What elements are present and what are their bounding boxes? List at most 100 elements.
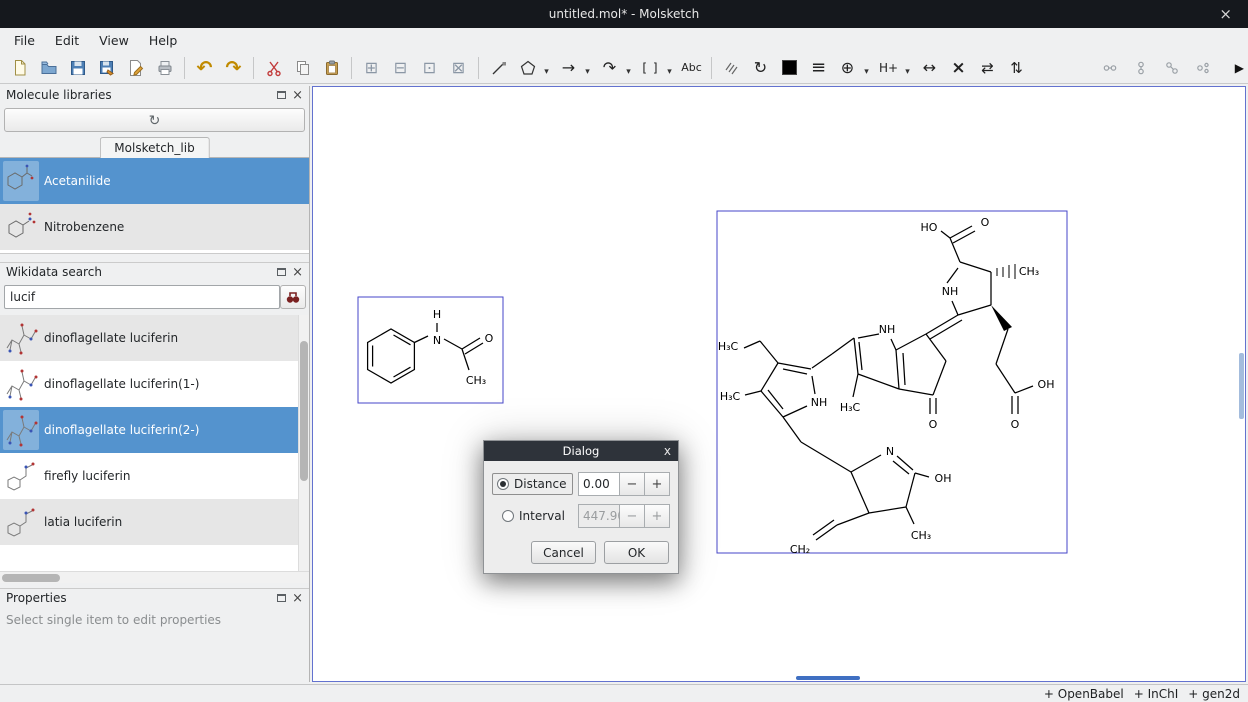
flip-horizontal-button[interactable]: ⇄ <box>974 55 1001 81</box>
drawing-canvas[interactable]: H N O CH₃ <box>312 86 1246 682</box>
search-button[interactable] <box>280 285 306 309</box>
molecule-tool-1-button[interactable] <box>1096 55 1123 81</box>
binoculars-icon <box>285 289 301 305</box>
panel-wikidata-search: Wikidata search × dinoflagellate lucifer… <box>0 262 309 582</box>
scrollbar-thumb[interactable] <box>2 574 60 582</box>
titlebar[interactable]: untitled.mol* - Molsketch × <box>0 0 1248 28</box>
list-horizontal-scrollbar[interactable] <box>0 571 309 583</box>
distance-decrement-button[interactable]: − <box>620 472 645 496</box>
new-file-button[interactable] <box>6 55 33 81</box>
interval-radio[interactable] <box>502 510 514 522</box>
delete-tool-button[interactable]: × <box>945 55 972 81</box>
float-panel-icon[interactable] <box>277 594 286 602</box>
atom-label: CH₃ <box>911 529 931 542</box>
line-width-button[interactable]: ≡ <box>805 55 832 81</box>
distance-spinbox-value[interactable]: 0.00 <box>578 472 620 496</box>
color-picker-button[interactable] <box>776 55 803 81</box>
list-item-latia-luciferin[interactable]: latia luciferin <box>0 499 309 545</box>
tool-box-2-button[interactable]: ⊟ <box>387 55 414 81</box>
molecule-libraries-header: Molecule libraries × <box>0 86 309 104</box>
list-item-label: dinoflagellate luciferin <box>44 331 178 345</box>
dialog-titlebar[interactable]: Dialog x <box>484 441 678 461</box>
interval-decrement-button[interactable]: − <box>620 504 645 528</box>
canvas-vertical-scrollbar-thumb[interactable] <box>1239 353 1244 419</box>
tab-molsketch-lib[interactable]: Molsketch_lib <box>99 137 209 158</box>
draw-bond-button[interactable] <box>485 55 512 81</box>
dialog-close-button[interactable]: x <box>664 441 671 461</box>
interval-row: Interval 447.90 − + <box>492 503 670 529</box>
menu-view[interactable]: View <box>89 30 139 51</box>
list-item-dinoflagellate-luciferin[interactable]: dinoflagellate luciferin <box>0 315 309 361</box>
search-input[interactable] <box>4 285 280 309</box>
ok-button[interactable]: OK <box>604 541 669 564</box>
molecule-tool-2-button[interactable] <box>1127 55 1154 81</box>
scrollbar-thumb[interactable] <box>300 341 308 481</box>
mechanism-arrow-button[interactable]: ↷ <box>596 55 623 81</box>
distance-radio[interactable] <box>497 478 509 490</box>
list-item-dinoflagellate-luciferin-1[interactable]: dinoflagellate luciferin(1-) <box>0 361 309 407</box>
toolbar-overflow-button[interactable]: ▶ <box>1235 52 1244 84</box>
molecule-tool-3-button[interactable] <box>1158 55 1185 81</box>
distance-increment-button[interactable]: + <box>645 472 670 496</box>
refresh-library-button[interactable]: ↻ <box>4 108 305 132</box>
main-area: Molecule libraries × ↻ Molsketch_lib Ace… <box>0 84 1248 684</box>
cancel-button[interactable]: Cancel <box>531 541 596 564</box>
flip-vertical-button[interactable]: ⇅ <box>1003 55 1030 81</box>
copy-button[interactable] <box>289 55 316 81</box>
paste-button[interactable] <box>318 55 345 81</box>
window-close-button[interactable]: × <box>1213 0 1238 28</box>
open-file-button[interactable] <box>35 55 62 81</box>
save-as-button[interactable] <box>93 55 120 81</box>
molecule-acetanilide[interactable]: H N O CH₃ <box>358 297 503 403</box>
list-item-nitrobenzene[interactable]: Nitrobenzene <box>0 204 309 250</box>
bracket-tool-dropdown[interactable]: ▾ <box>663 55 676 81</box>
interval-spinbox-value[interactable]: 447.90 <box>578 504 620 528</box>
list-item-dinoflagellate-luciferin-2[interactable]: dinoflagellate luciferin(2-) <box>0 407 309 453</box>
bracket-tool-button[interactable]: [ ] <box>637 55 664 81</box>
undo-button[interactable]: ↶ <box>191 55 218 81</box>
float-panel-icon[interactable] <box>277 268 286 276</box>
mechanism-arrow-dropdown[interactable]: ▾ <box>622 55 635 81</box>
menu-edit[interactable]: Edit <box>45 30 89 51</box>
cut-button[interactable] <box>260 55 287 81</box>
molecule-tool-4-button[interactable] <box>1189 55 1216 81</box>
close-panel-icon[interactable]: × <box>292 89 303 102</box>
charge-tool-button[interactable]: ⊕ <box>834 55 861 81</box>
hatch-tool-button[interactable] <box>718 55 745 81</box>
align-tool-button[interactable]: ↔ <box>916 55 943 81</box>
tool-box-3-button[interactable]: ⊡ <box>416 55 443 81</box>
float-panel-icon[interactable] <box>277 91 286 99</box>
ring-tool-button[interactable] <box>514 55 541 81</box>
list-vertical-scrollbar[interactable] <box>298 315 309 571</box>
atom-label: O <box>1011 418 1020 431</box>
menubar: File Edit View Help <box>0 28 1248 52</box>
text-tool-button[interactable]: Abc <box>678 55 705 81</box>
toolbar-separator <box>351 57 352 79</box>
close-panel-icon[interactable]: × <box>292 592 303 605</box>
list-item-acetanilide[interactable]: Acetanilide <box>0 158 309 204</box>
reaction-arrow-button[interactable]: → <box>555 55 582 81</box>
canvas-svg[interactable]: H N O CH₃ <box>313 87 1245 681</box>
status-inchi: + InChI <box>1134 687 1179 701</box>
atom-label: OH <box>1038 378 1055 391</box>
save-button[interactable] <box>64 55 91 81</box>
menu-file[interactable]: File <box>4 30 45 51</box>
hydrogen-tool-button[interactable]: H+ <box>875 55 902 81</box>
interval-increment-button[interactable]: + <box>645 504 670 528</box>
hydrogen-tool-dropdown[interactable]: ▾ <box>901 55 914 81</box>
molecule-luciferin[interactable]: HO O CH₃ NH H₃C NH H₃C NH H₃C O OH O N O… <box>717 211 1067 556</box>
tool-box-4-button[interactable]: ⊠ <box>445 55 472 81</box>
tool-box-1-button[interactable]: ⊞ <box>358 55 385 81</box>
edit-document-button[interactable] <box>122 55 149 81</box>
ring-tool-dropdown[interactable]: ▾ <box>540 55 553 81</box>
reaction-arrow-dropdown[interactable]: ▾ <box>581 55 594 81</box>
atom-label: O <box>929 418 938 431</box>
list-item-firefly-luciferin[interactable]: firefly luciferin <box>0 453 309 499</box>
charge-tool-dropdown[interactable]: ▾ <box>860 55 873 81</box>
canvas-horizontal-scrollbar-thumb[interactable] <box>796 676 860 680</box>
close-panel-icon[interactable]: × <box>292 266 303 279</box>
print-button[interactable] <box>151 55 178 81</box>
menu-help[interactable]: Help <box>139 30 188 51</box>
rotate-tool-button[interactable]: ↻ <box>747 55 774 81</box>
redo-button[interactable]: ↷ <box>220 55 247 81</box>
